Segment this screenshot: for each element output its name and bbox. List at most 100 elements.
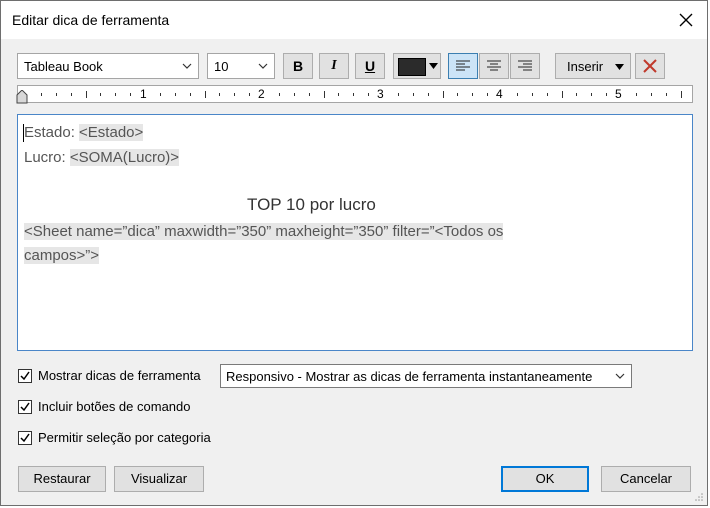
ruler-tick <box>516 93 518 96</box>
align-right-icon <box>518 60 532 71</box>
ruler-tick <box>635 93 637 96</box>
align-right-button[interactable] <box>510 53 540 79</box>
show-tooltips-label: Mostrar dicas de ferramenta <box>38 368 201 383</box>
cancel-button[interactable]: Cancelar <box>601 466 691 492</box>
ruler-tick <box>278 93 280 96</box>
ruler-tick <box>219 93 221 96</box>
ruler-tick <box>189 93 191 96</box>
ruler-tick <box>40 93 42 96</box>
font-family-value: Tableau Book <box>24 59 103 74</box>
ruler-mark: 1 <box>140 87 147 101</box>
ruler-tick <box>85 91 87 98</box>
tooltip-text-editor[interactable]: Estado: <Estado> Lucro: <SOMA(Lucro)> TO… <box>17 114 693 351</box>
ruler-tick <box>204 91 206 98</box>
ruler-tick <box>338 93 340 96</box>
align-center-button[interactable] <box>479 53 509 79</box>
editor-line-profit: Lucro: <SOMA(Lucro)> <box>24 149 180 166</box>
align-left-icon <box>456 60 470 71</box>
sheet-tag-line-2: campos>”> <box>24 247 100 264</box>
ruler-tick <box>606 93 608 96</box>
ruler-tick <box>130 93 132 96</box>
ruler-tick <box>412 93 414 96</box>
insert-button[interactable]: Inserir <box>555 53 631 79</box>
text-color-picker[interactable] <box>393 53 441 79</box>
allow-selection-checkbox[interactable] <box>18 431 32 445</box>
italic-button[interactable]: I <box>319 53 349 79</box>
dropdown-arrow-icon <box>429 63 438 69</box>
italic-icon: I <box>331 58 337 73</box>
ruler-tick <box>70 93 72 96</box>
tooltip-mode-value: Responsivo - Mostrar as dicas de ferrame… <box>226 369 593 384</box>
bold-icon: B <box>292 58 304 74</box>
align-center-icon <box>487 60 501 71</box>
profit-field: <SOMA(Lucro)> <box>69 149 180 166</box>
underline-button[interactable]: U <box>355 53 385 79</box>
checkmark-icon <box>20 433 30 443</box>
ruler-tick <box>159 93 161 96</box>
ruler-tick <box>546 93 548 96</box>
dialog-title: Editar dica de ferramenta <box>12 12 170 28</box>
ruler-tick <box>457 93 459 96</box>
ruler-tick <box>397 93 399 96</box>
ruler-tick <box>115 93 117 96</box>
color-swatch <box>398 58 426 76</box>
reset-button[interactable]: Restaurar <box>18 466 106 492</box>
ruler-tick <box>680 91 682 98</box>
title-bar: Editar dica de ferramenta <box>1 1 707 39</box>
ruler-tick <box>323 91 325 98</box>
ruler-tick <box>249 93 251 96</box>
close-icon[interactable] <box>675 9 697 31</box>
profit-label: Lucro: <box>24 149 70 166</box>
preview-button[interactable]: Visualizar <box>114 466 204 492</box>
ruler-tick <box>308 93 310 96</box>
top-10-heading: TOP 10 por lucro <box>247 195 376 214</box>
indent-marker-icon[interactable] <box>16 90 28 104</box>
ruler-mark: 3 <box>377 87 384 101</box>
editor-line-state: Estado: <Estado> <box>24 124 144 141</box>
ruler-tick <box>293 93 295 96</box>
checkmark-icon <box>20 371 30 381</box>
ruler-tick <box>353 93 355 96</box>
font-size-select[interactable]: 10 <box>207 53 275 79</box>
dropdown-arrow-icon <box>615 64 624 70</box>
ruler-mark: 4 <box>496 87 503 101</box>
sheet-tag-text: <Sheet name=”dica” maxwidth=”350” maxhei… <box>24 223 504 240</box>
clear-formatting-button[interactable] <box>635 53 665 79</box>
font-size-value: 10 <box>214 59 229 74</box>
ruler-tick <box>561 91 563 98</box>
checkmark-icon <box>20 402 30 412</box>
state-field: <Estado> <box>79 124 144 141</box>
font-family-select[interactable]: Tableau Book <box>17 53 199 79</box>
ruler-tick <box>650 93 652 96</box>
align-left-button[interactable] <box>448 53 478 79</box>
chevron-down-icon <box>615 373 625 379</box>
ruler-mark: 5 <box>615 87 622 101</box>
sheet-tag-line-1: <Sheet name=”dica” maxwidth=”350” maxhei… <box>24 223 504 240</box>
include-buttons-label: Incluir botões de comando <box>38 399 191 414</box>
ruler-tick <box>442 91 444 98</box>
underline-icon: U <box>364 58 376 74</box>
ruler-tick <box>487 93 489 96</box>
ruler-tick <box>55 93 57 96</box>
tooltip-mode-select[interactable]: Responsivo - Mostrar as dicas de ferrame… <box>220 364 632 388</box>
show-tooltips-checkbox[interactable] <box>18 369 32 383</box>
ruler-tick <box>472 93 474 96</box>
chevron-down-icon <box>258 63 268 69</box>
ruler-tick <box>576 93 578 96</box>
ruler-tick <box>665 93 667 96</box>
chevron-down-icon <box>182 63 192 69</box>
resize-grip-icon[interactable] <box>694 492 704 502</box>
ruler-tick <box>100 93 102 96</box>
bold-button[interactable]: B <box>283 53 313 79</box>
ruler: 1 2 3 4 5 <box>16 85 693 104</box>
ruler-tick <box>591 93 593 96</box>
sheet-tag-text: campos>”> <box>24 247 100 264</box>
ruler-tick <box>368 93 370 96</box>
include-buttons-checkbox[interactable] <box>18 400 32 414</box>
ruler-tick <box>234 93 236 96</box>
ruler-tick <box>531 93 533 96</box>
edit-tooltip-dialog: Editar dica de ferramenta Tableau Book 1… <box>0 0 708 506</box>
ok-button[interactable]: OK <box>501 466 589 492</box>
ruler-tick <box>427 93 429 96</box>
state-label: Estado: <box>24 124 80 141</box>
